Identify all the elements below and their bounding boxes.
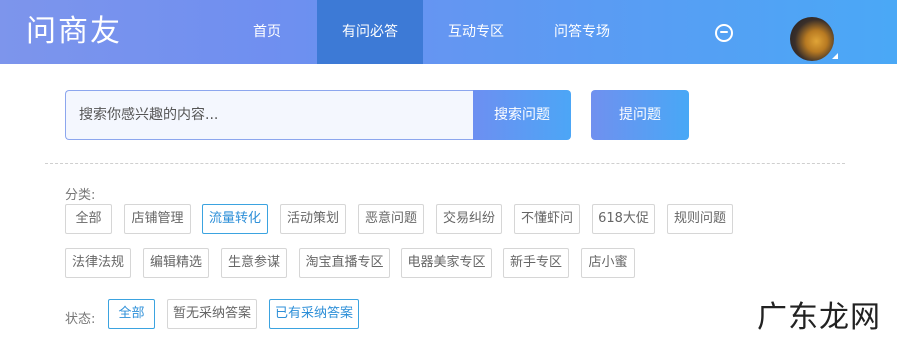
divider (45, 163, 845, 164)
watermark: 广东龙网 (757, 292, 881, 336)
category-tag[interactable]: 交易纠纷 (436, 204, 502, 234)
status-label: 状态: (65, 312, 96, 327)
category-tag-active[interactable]: 流量转化 (202, 204, 268, 234)
status-tag-active[interactable]: 全部 (108, 299, 155, 329)
avatar[interactable] (790, 17, 834, 61)
avatar-dropdown-icon[interactable] (832, 53, 838, 59)
category-tag[interactable]: 规则问题 (667, 204, 733, 234)
category-tag[interactable]: 新手专区 (503, 248, 569, 278)
search-box (65, 90, 475, 140)
category-tag[interactable]: 恶意问题 (358, 204, 424, 234)
category-tag[interactable]: 店铺管理 (124, 204, 191, 234)
category-label: 分类: (65, 188, 96, 203)
message-icon[interactable] (715, 24, 733, 42)
search-input[interactable] (66, 91, 475, 139)
nav-interaction[interactable]: 互动专区 (434, 0, 518, 64)
category-tag[interactable]: 店小蜜 (581, 248, 635, 278)
status-tag-active[interactable]: 已有采纳答案 (269, 299, 359, 329)
search-button[interactable]: 搜索问题 (473, 90, 571, 140)
nav-qa-special[interactable]: 问答专场 (540, 0, 624, 64)
ask-question-button[interactable]: 提问题 (591, 90, 689, 140)
category-tag[interactable]: 编辑精选 (143, 248, 209, 278)
nav-qa[interactable]: 有问必答 (317, 0, 423, 64)
category-tag[interactable]: 法律法规 (65, 248, 131, 278)
top-header: 问商友 首页 有问必答 互动专区 问答专场 (0, 0, 897, 64)
category-tag[interactable]: 活动策划 (280, 204, 346, 234)
category-tag[interactable]: 淘宝直播专区 (299, 248, 390, 278)
status-tag[interactable]: 暂无采纳答案 (167, 299, 257, 329)
category-tag[interactable]: 618大促 (592, 204, 655, 234)
category-tag[interactable]: 不懂虾问 (514, 204, 580, 234)
category-tag[interactable]: 生意参谋 (221, 248, 287, 278)
category-tag[interactable]: 全部 (65, 204, 112, 234)
site-logo[interactable]: 问商友 (26, 12, 122, 52)
category-tag[interactable]: 电器美家专区 (401, 248, 492, 278)
nav-home[interactable]: 首页 (228, 0, 306, 64)
